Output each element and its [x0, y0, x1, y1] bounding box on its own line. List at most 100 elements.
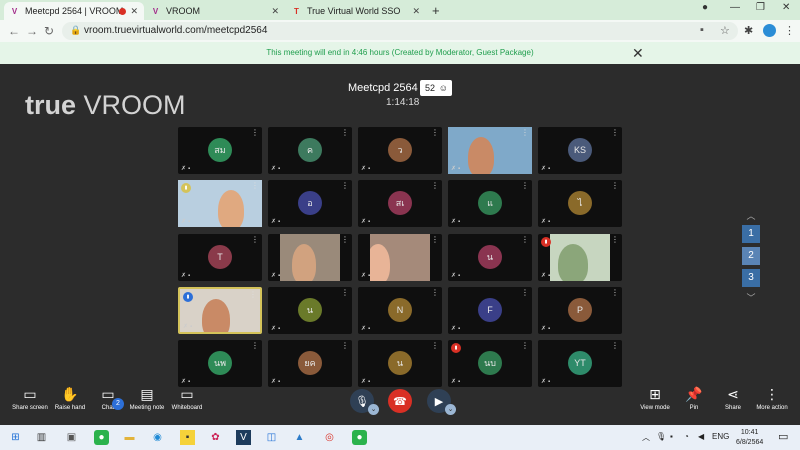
more-vertical-icon[interactable]: ⋮: [521, 289, 529, 297]
close-icon[interactable]: ✕: [412, 6, 420, 17]
new-tab-button[interactable]: +: [432, 3, 440, 18]
participant-tile[interactable]: F ⋮ ✗▪: [448, 287, 532, 334]
more-vertical-icon[interactable]: ⋮: [341, 182, 349, 190]
participant-tile[interactable]: นพ ⋮ ✗▪: [178, 340, 262, 387]
tab-meetcpd[interactable]: V Meetcpd 2564 | VROOM ✕: [4, 2, 144, 20]
more-vertical-icon[interactable]: ⋮: [431, 289, 439, 297]
more-vertical-icon[interactable]: ⋮: [251, 182, 259, 190]
participant-tile[interactable]: ▮ ⋮ ✗▪: [178, 287, 262, 334]
participant-tile[interactable]: สม ⋮ ✗▪: [178, 127, 262, 174]
participant-tile[interactable]: น ⋮ ✗▪: [358, 340, 442, 387]
more-vertical-icon[interactable]: ⋮: [249, 291, 257, 299]
more-vertical-icon[interactable]: ⋮: [611, 342, 619, 350]
page-button-2[interactable]: 2: [742, 247, 760, 265]
volume-icon[interactable]: ◀: [698, 432, 704, 441]
microphone-icon[interactable]: 🎙: [656, 432, 666, 441]
chat-button[interactable]: ▭ Chat 2: [96, 386, 124, 411]
back-icon[interactable]: ←: [8, 24, 20, 38]
more-vertical-icon[interactable]: ⋮: [341, 289, 349, 297]
reload-icon[interactable]: ↻: [44, 24, 54, 38]
chevron-down-icon[interactable]: ⌄: [368, 404, 379, 415]
file-explorer-icon[interactable]: ▬: [122, 430, 137, 445]
view-mode-button[interactable]: ⊞ View mode: [638, 386, 672, 411]
language-indicator[interactable]: ENG: [712, 432, 729, 441]
vroom-app-icon[interactable]: V: [236, 430, 251, 445]
tab-true-sso[interactable]: T True Virtual World SSO ✕: [286, 2, 426, 20]
participant-tile[interactable]: ว ⋮ ✗▪: [358, 127, 442, 174]
system-clock[interactable]: 10:41 6/8/2564: [736, 428, 763, 448]
participant-tile[interactable]: T ⋮ ✗▪: [178, 234, 262, 281]
url-field[interactable]: 🔒 vroom.truevirtualworld.com/meetcpd2564…: [62, 22, 738, 40]
participant-tile[interactable]: น ⋮ ✗▪: [268, 287, 352, 334]
leave-call-button[interactable]: ☎: [388, 389, 412, 413]
more-vertical-icon[interactable]: ⋮: [521, 182, 529, 190]
camera-icon[interactable]: ▪: [700, 24, 704, 36]
chevron-down-icon[interactable]: ⌄: [445, 404, 456, 415]
media-icon[interactable]: ●: [702, 2, 708, 13]
more-vertical-icon[interactable]: ⋮: [341, 342, 349, 350]
profile-avatar[interactable]: [763, 24, 776, 37]
close-icon[interactable]: ✕: [632, 42, 644, 64]
edge-icon[interactable]: ◉: [150, 430, 165, 445]
close-window-button[interactable]: ✕: [782, 2, 790, 13]
tab-vroom[interactable]: V VROOM ✕: [145, 2, 285, 20]
more-vertical-icon[interactable]: ⋮: [611, 236, 619, 244]
page-button-1[interactable]: 1: [742, 225, 760, 243]
more-vertical-icon[interactable]: ⋮: [611, 182, 619, 190]
url-text[interactable]: vroom.truevirtualworld.com/meetcpd2564: [84, 25, 267, 36]
more-vertical-icon[interactable]: ⋮: [431, 236, 439, 244]
whiteboard-button[interactable]: ▭ Whiteboard: [170, 386, 204, 411]
chrome-icon[interactable]: ◎: [322, 430, 337, 445]
participant-tile[interactable]: สเ ⋮ ✗▪: [358, 180, 442, 227]
minimize-button[interactable]: —: [730, 2, 740, 13]
windows-start-icon[interactable]: ⊞: [8, 430, 23, 445]
line-app-icon[interactable]: ●: [352, 430, 367, 445]
more-vertical-icon[interactable]: ⋮: [251, 342, 259, 350]
meeting-note-button[interactable]: ▤ Meeting note: [128, 386, 166, 411]
chevron-up-icon[interactable]: ︿: [642, 432, 650, 443]
raise-hand-button[interactable]: ✋ Raise hand: [52, 386, 88, 411]
participant-tile[interactable]: KS ⋮ ✗▪: [538, 127, 622, 174]
more-action-button[interactable]: ⋮ More action: [754, 386, 790, 411]
store-icon[interactable]: ▣: [64, 430, 79, 445]
participant-tile[interactable]: แ ⋮ ✗▪: [448, 180, 532, 227]
more-vertical-icon[interactable]: ⋮: [521, 129, 529, 137]
participant-tile[interactable]: P ⋮ ✗▪: [538, 287, 622, 334]
line-app-icon[interactable]: ●: [94, 430, 109, 445]
participant-tile[interactable]: ⋮ ✗▪: [358, 234, 442, 281]
participant-tile[interactable]: ไ ⋮ ✗▪: [538, 180, 622, 227]
chevron-up-icon[interactable]: ︿: [742, 209, 760, 221]
more-vertical-icon[interactable]: ⋮: [341, 129, 349, 137]
close-icon[interactable]: ✕: [130, 6, 138, 17]
share-screen-button[interactable]: ▭ Share screen: [10, 386, 50, 411]
chevron-down-icon[interactable]: ﹀: [742, 291, 760, 303]
restore-button[interactable]: ❐: [756, 2, 765, 13]
sticky-notes-icon[interactable]: ▪: [180, 430, 195, 445]
participant-tile[interactable]: ▮ ⋮ ✗▪: [178, 180, 262, 227]
more-vertical-icon[interactable]: ⋮: [251, 236, 259, 244]
participant-tile[interactable]: อ ⋮ ✗▪: [268, 180, 352, 227]
lock-icon[interactable]: 🔒: [70, 25, 81, 36]
task-view-icon[interactable]: ▥: [34, 430, 49, 445]
microphone-toggle-button[interactable]: 🎙 ⌄: [350, 389, 379, 415]
participant-tile[interactable]: N ⋮ ✗▪: [358, 287, 442, 334]
more-vertical-icon[interactable]: ⋮: [521, 342, 529, 350]
more-vertical-icon[interactable]: ⋮: [341, 236, 349, 244]
more-vertical-icon[interactable]: ⋮: [431, 182, 439, 190]
camera-toggle-button[interactable]: ▶ ⌄: [427, 389, 456, 415]
participant-tile[interactable]: ยค ⋮ ✗▪: [268, 340, 352, 387]
more-vertical-icon[interactable]: ⋮: [431, 342, 439, 350]
participant-tile[interactable]: น ⋮ ✗▪: [448, 234, 532, 281]
page-button-3[interactable]: 3: [742, 269, 760, 287]
more-vertical-icon[interactable]: ⋮: [251, 129, 259, 137]
extensions-icon[interactable]: ✱: [744, 24, 753, 37]
paint-icon[interactable]: ✿: [208, 430, 223, 445]
participant-tile[interactable]: YT ⋮ ✗▪: [538, 340, 622, 387]
participant-tile[interactable]: ▮ ⋮ ✗▪: [538, 234, 622, 281]
participant-tile[interactable]: ⋮ ✗▪: [268, 234, 352, 281]
more-vertical-icon[interactable]: ⋮: [431, 129, 439, 137]
share-button[interactable]: ⋖ Share: [720, 386, 746, 411]
menu-icon[interactable]: ⋮: [784, 24, 795, 37]
wifi-icon[interactable]: ◔: [684, 432, 689, 441]
more-vertical-icon[interactable]: ⋮: [611, 129, 619, 137]
